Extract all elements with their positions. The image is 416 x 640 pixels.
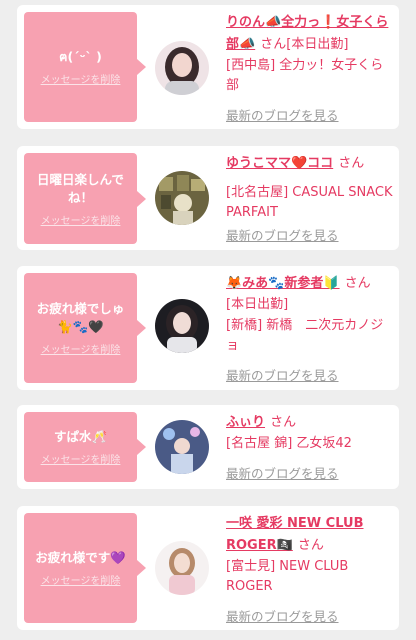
cast-name-link[interactable]: ふぃり	[226, 415, 265, 430]
honorific: さん	[338, 156, 365, 171]
shop-name: [北名古屋] CASUAL SNACK PARFAIT	[226, 185, 393, 220]
latest-blog-link[interactable]: 最新のブログを見る	[226, 365, 339, 384]
avatar[interactable]	[155, 541, 209, 595]
latest-blog-link[interactable]: 最新のブログを見る	[226, 606, 339, 625]
cast-name-link[interactable]: 一咲 愛彩 NEW CLUB ROGER🏴‍☠️	[226, 516, 364, 553]
cast-name-link[interactable]: ゆうこママ❤️ココ	[226, 156, 333, 171]
message-text: すぱ水🥂	[53, 429, 108, 444]
message-text: ฅ(ˊᵕˋ )	[59, 49, 102, 64]
delete-message-link[interactable]: メッセージを削除	[41, 572, 121, 587]
shop-name: [富士見] NEW CLUB ROGER	[226, 559, 349, 594]
honorific: さん	[260, 37, 287, 52]
delete-message-link[interactable]: メッセージを削除	[41, 212, 121, 227]
message-card: お疲れ様でしゅ🐈🐾🖤 メッセージを削除 🦊みあ🐾新参者🔰 さん [本日出勤] […	[17, 266, 399, 390]
latest-blog-link[interactable]: 最新のブログを見る	[226, 225, 339, 244]
message-card: ฅ(ˊᵕˋ ) メッセージを削除 りのん📣全力っ❗️女子くら部📣 さん[本日出勤…	[17, 5, 399, 129]
cast-info: りのん📣全力っ❗️女子くら部📣 さん[本日出勤] [西中島] 全力ッ！女子くら部	[226, 11, 396, 96]
message-text: お疲れ様です💜	[35, 550, 126, 565]
delete-message-link[interactable]: メッセージを削除	[41, 341, 121, 356]
message-bubble: 日曜日楽しんでね！ メッセージを削除	[24, 153, 146, 244]
honorific: さん	[270, 415, 297, 430]
avatar[interactable]	[155, 171, 209, 225]
message-text: お疲れ様でしゅ🐈🐾🖤	[36, 301, 125, 334]
message-bubble: すぱ水🥂 メッセージを削除	[24, 412, 146, 482]
message-bubble: お疲れ様です💜 メッセージを削除	[24, 513, 146, 623]
message-text: 日曜日楽しんでね！	[37, 171, 124, 205]
status-label: [本日出勤]	[286, 37, 349, 52]
honorific: さん	[344, 276, 371, 291]
cast-name-link[interactable]: 🦊みあ🐾新参者🔰	[226, 276, 340, 291]
message-bubble: ฅ(ˊᵕˋ ) メッセージを削除	[24, 12, 146, 122]
cast-info: ふぃり さん [名古屋 錦] 乙女坂42	[226, 411, 396, 454]
status-label: [本日出勤]	[226, 297, 289, 312]
cast-info: ゆうこママ❤️ココ さん [北名古屋] CASUAL SNACK PARFAIT	[226, 152, 396, 223]
message-card: すぱ水🥂 メッセージを削除 ふぃり さん [名古屋 錦] 乙女坂42 最新のブロ…	[17, 405, 399, 489]
cast-info: 🦊みあ🐾新参者🔰 さん [本日出勤] [新橋] 新橋 二次元カノジョ	[226, 272, 396, 356]
message-card: お疲れ様です💜 メッセージを削除 一咲 愛彩 NEW CLUB ROGER🏴‍☠…	[17, 506, 399, 630]
message-card-list: ฅ(ˊᵕˋ ) メッセージを削除 りのん📣全力っ❗️女子くら部📣 さん[本日出勤…	[0, 0, 416, 640]
message-bubble: お疲れ様でしゅ🐈🐾🖤 メッセージを削除	[24, 273, 146, 383]
shop-name: [名古屋 錦] 乙女坂42	[226, 436, 352, 451]
message-card: 日曜日楽しんでね！ メッセージを削除 ゆうこママ❤️ココ さん [北名古屋] C…	[17, 146, 399, 250]
honorific: さん	[297, 538, 324, 553]
avatar[interactable]	[155, 420, 209, 474]
latest-blog-link[interactable]: 最新のブログを見る	[226, 105, 339, 124]
avatar[interactable]	[155, 299, 209, 353]
delete-message-link[interactable]: メッセージを削除	[41, 451, 121, 466]
shop-name: [新橋] 新橋 二次元カノジョ	[226, 318, 384, 353]
delete-message-link[interactable]: メッセージを削除	[41, 71, 121, 86]
avatar[interactable]	[155, 41, 209, 95]
shop-name: [西中島] 全力ッ！女子くら部	[226, 58, 384, 93]
cast-info: 一咲 愛彩 NEW CLUB ROGER🏴‍☠️ さん [富士見] NEW CL…	[226, 512, 396, 597]
latest-blog-link[interactable]: 最新のブログを見る	[226, 463, 339, 482]
